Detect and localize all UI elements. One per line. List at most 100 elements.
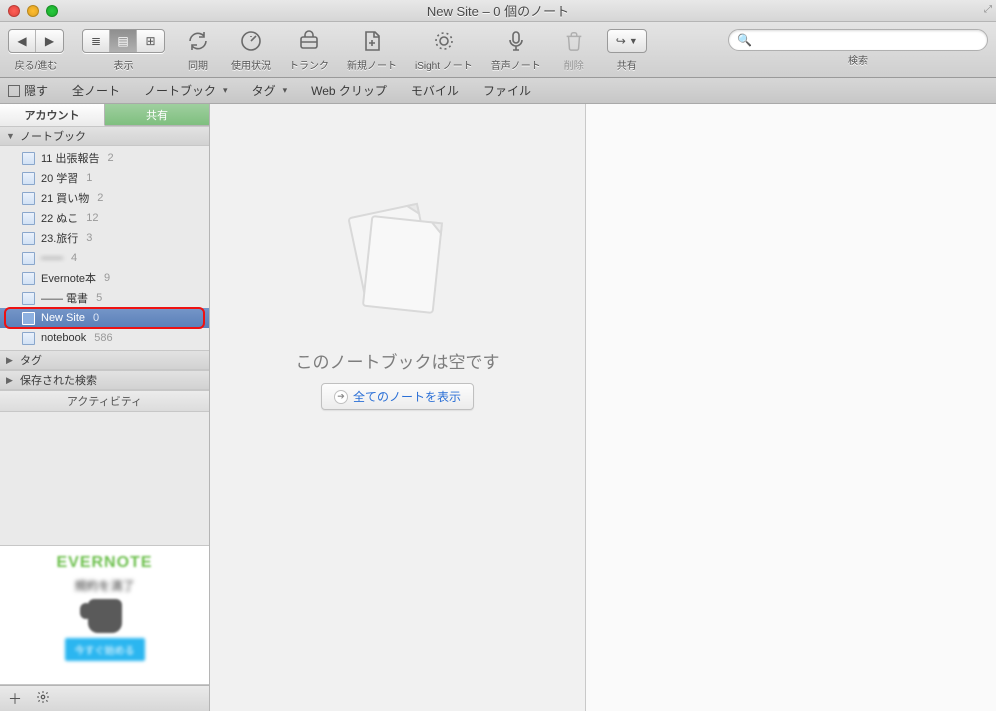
notebook-count: 4 (71, 252, 77, 264)
new-note-label: 新規ノート (347, 57, 397, 72)
notebook-icon (22, 252, 35, 265)
notebook-item[interactable]: Evernote本9 (0, 268, 209, 288)
view-grid-button[interactable]: ⊞ (137, 30, 164, 52)
section-header-tags[interactable]: ▶ タグ (0, 350, 209, 370)
notebook-item[interactable]: ——4 (0, 248, 209, 268)
sync-button[interactable] (183, 26, 213, 56)
search-input[interactable] (756, 33, 979, 47)
search-icon: 🔍 (737, 33, 752, 47)
notebook-item[interactable]: 21 買い物2 (0, 188, 209, 208)
search-field[interactable]: 🔍 (728, 29, 988, 51)
back-button[interactable]: ◀ (9, 30, 36, 52)
sidebar-bottom-bar: ＋ (0, 685, 209, 711)
notebook-count: 3 (86, 232, 92, 244)
add-button[interactable]: ＋ (8, 689, 22, 709)
window-title: New Site – 0 個のノート (0, 1, 996, 20)
view-mode-segment[interactable]: ≣ ▤ ⊞ (82, 29, 165, 53)
section-saved-label: 保存された検索 (20, 372, 97, 388)
fav-all-notes[interactable]: 全ノート (60, 82, 132, 99)
panel-icon (8, 85, 20, 97)
section-header-saved-searches[interactable]: ▶ 保存された検索 (0, 370, 209, 390)
back-forward-segment[interactable]: ◀ ▶ (8, 29, 64, 53)
show-all-notes-button[interactable]: ➔ 全てのノートを表示 (321, 383, 474, 410)
notebook-icon (22, 152, 35, 165)
note-list-pane: このノートブックは空です ➔ 全てのノートを表示 (210, 104, 586, 711)
notebook-item[interactable]: 22 ぬこ 12 (0, 208, 209, 228)
sidebar-activity[interactable]: アクティビティ (0, 390, 209, 412)
notebook-item-selected[interactable]: New Site 0 (0, 308, 209, 328)
share-button[interactable]: ↪ ▼ (607, 29, 647, 53)
notebook-name: 23.旅行 (41, 230, 78, 246)
sync-icon (186, 29, 210, 53)
notebook-count: 1 (86, 172, 92, 184)
notebook-name: Evernote本 (41, 270, 96, 286)
usage-label: 使用状況 (231, 57, 271, 72)
camera-icon (432, 29, 456, 53)
notebook-name: 22 ぬこ (41, 210, 78, 226)
delete-label: 削除 (564, 57, 584, 72)
new-note-button[interactable] (357, 26, 387, 56)
isight-label: iSight ノート (415, 57, 473, 72)
trunk-button[interactable] (294, 26, 324, 56)
promo-brand: EVERNOTE (56, 554, 152, 572)
notebook-icon (22, 332, 35, 345)
audio-note-button[interactable] (501, 26, 531, 56)
view-list-button[interactable]: ≣ (83, 30, 110, 52)
notebook-item[interactable]: 11 出張報告 2 (0, 148, 209, 168)
window-resize-icon[interactable]: ⤢ (984, 4, 992, 15)
trunk-icon (297, 29, 321, 53)
fav-file[interactable]: ファイル (471, 82, 543, 99)
trunk-label: トランク (289, 57, 329, 72)
fav-webclip[interactable]: Web クリップ (299, 82, 399, 99)
isight-note-button[interactable] (429, 26, 459, 56)
notebook-icon (22, 212, 35, 225)
notebook-icon (22, 192, 35, 205)
fav-mobile[interactable]: モバイル (399, 82, 471, 99)
forward-button[interactable]: ▶ (36, 30, 63, 52)
gear-icon (36, 690, 50, 704)
show-all-label: 全てのノートを表示 (353, 388, 461, 405)
notebook-item[interactable]: 20 学習1 (0, 168, 209, 188)
new-note-icon (360, 29, 384, 53)
share-arrow-icon: ↪ (616, 34, 626, 48)
delete-button[interactable] (559, 26, 589, 56)
notebook-name: 11 出張報告 (41, 150, 99, 166)
sidebar-promo[interactable]: EVERNOTE 規約を満了 今すぐ始める (0, 545, 209, 685)
titlebar: New Site – 0 個のノート ⤢ (0, 0, 996, 22)
disclosure-triangle-icon: ▶ (6, 355, 16, 366)
disclosure-triangle-icon: ▶ (6, 375, 16, 386)
hide-sidebar-button[interactable]: 隠す (0, 82, 60, 99)
promo-cta[interactable]: 今すぐ始める (65, 638, 145, 661)
notebook-count: 0 (93, 312, 99, 324)
fav-tags-label: タグ (252, 82, 276, 99)
notebook-name: notebook (41, 332, 86, 344)
trash-icon (563, 30, 585, 52)
notebook-item[interactable]: notebook 586 (0, 328, 209, 348)
audio-label: 音声ノート (491, 57, 541, 72)
empty-notes-icon (323, 184, 473, 334)
settings-button[interactable] (36, 690, 50, 707)
section-header-notebooks[interactable]: ▼ ノートブック (0, 126, 209, 146)
share-label: 共有 (617, 57, 637, 72)
notebook-count: 2 (97, 192, 103, 204)
toolbar: ◀ ▶ 戻る/進む ≣ ▤ ⊞ 表示 同期 使用状況 トランク (0, 22, 996, 78)
usage-button[interactable] (236, 26, 266, 56)
fav-tags[interactable]: タグ (240, 82, 300, 99)
notebook-icon (22, 272, 35, 285)
notebook-item[interactable]: —— 電書5 (0, 288, 209, 308)
notebook-icon (22, 292, 35, 305)
sidebar-tab-share[interactable]: 共有 (105, 104, 209, 126)
sidebar-tab-account[interactable]: アカウント (0, 104, 105, 126)
notebook-name: New Site (41, 312, 85, 324)
sidebar: アカウント 共有 ▼ ノートブック 11 出張報告220 学習121 買い物22… (0, 104, 210, 711)
search-label: 検索 (848, 52, 868, 67)
notebook-item[interactable]: 23.旅行 3 (0, 228, 209, 248)
arrow-right-icon: ➔ (334, 390, 348, 404)
view-snippet-button[interactable]: ▤ (110, 30, 137, 52)
fav-notebooks[interactable]: ノートブック (132, 82, 240, 99)
notebook-count: 586 (94, 332, 112, 344)
filter-bar: 隠す 全ノート ノートブック タグ Web クリップ モバイル ファイル (0, 78, 996, 104)
notebook-count: 12 (86, 212, 98, 224)
hide-label: 隠す (24, 82, 48, 99)
notebook-count: 2 (107, 152, 113, 164)
